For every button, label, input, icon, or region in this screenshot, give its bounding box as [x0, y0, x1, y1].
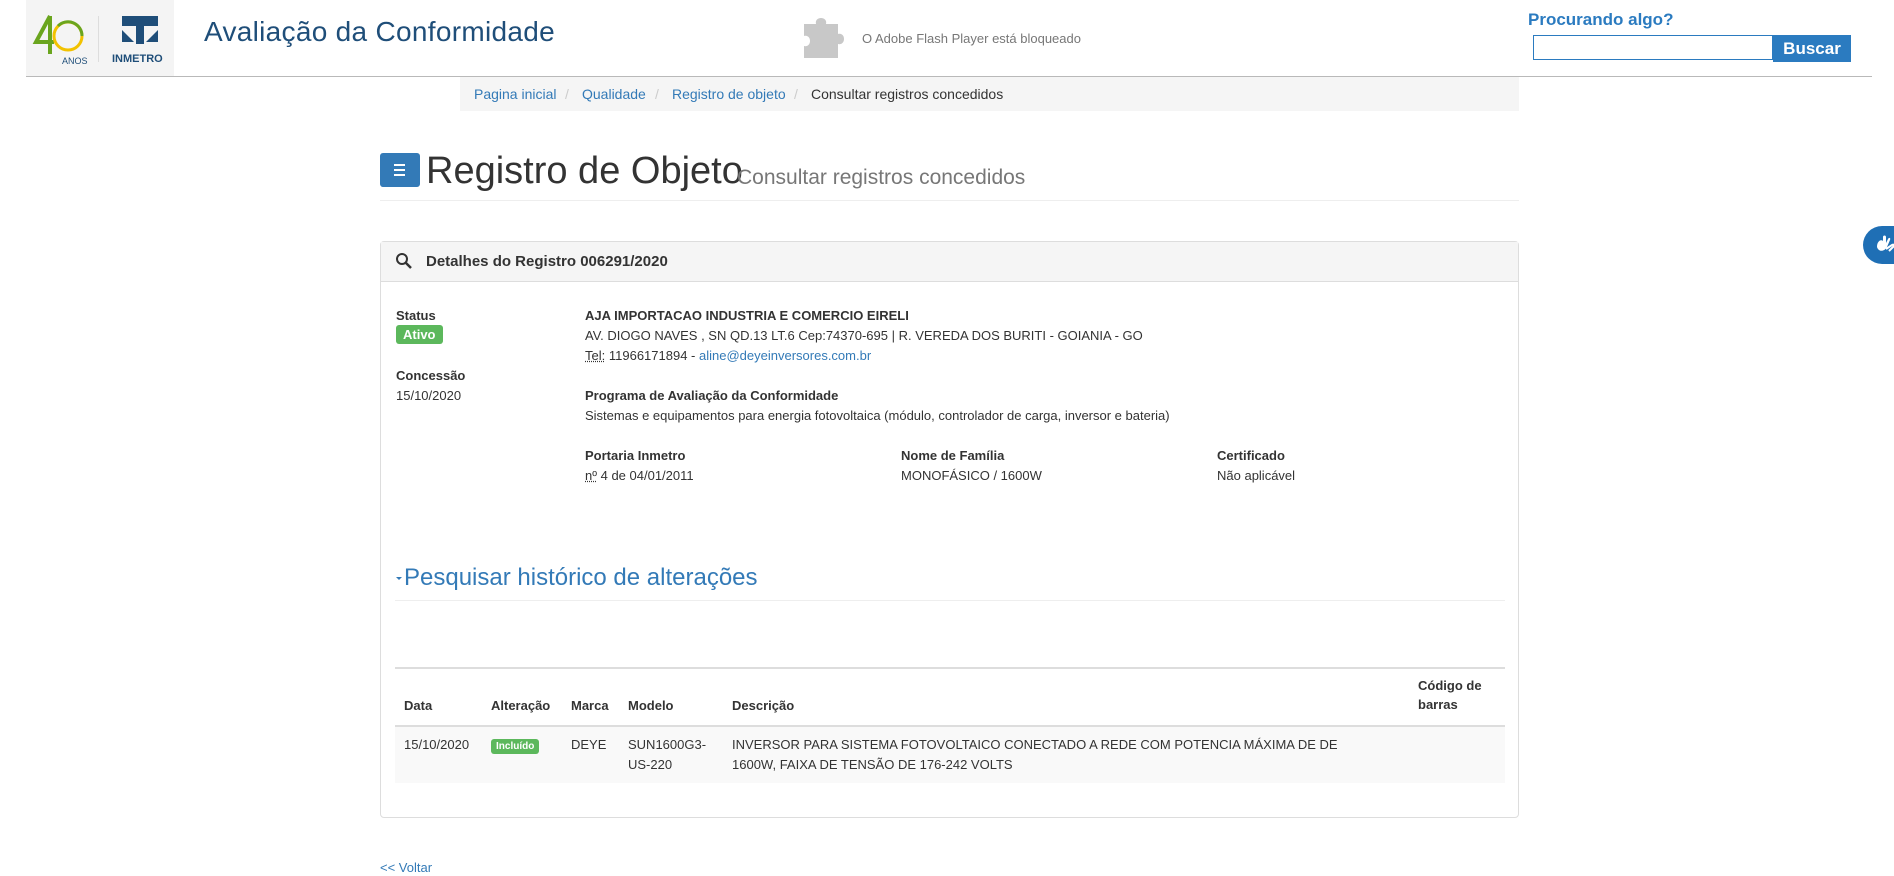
portaria-value: 4 de 04/01/2011 [600, 468, 694, 483]
breadcrumb-item-qualidade[interactable]: Qualidade [582, 77, 646, 111]
portaria-value-wrap: nº 4 de 04/01/2011 [585, 468, 694, 483]
programa-label: Programa de Avaliação da Conformidade [585, 388, 839, 403]
col-header-marca: Marca [571, 698, 609, 713]
inmetro-text: INMETRO [112, 53, 163, 65]
history-toggle[interactable]: Pesquisar histórico de alterações [395, 564, 758, 592]
page-header: Registro de Objeto Consultar registros c… [380, 150, 1519, 201]
portaria-label: Portaria Inmetro [585, 448, 686, 463]
familia-label: Nome de Família [901, 448, 1005, 463]
concessao-value: 15/10/2020 [396, 388, 462, 403]
breadcrumb-separator: / [565, 86, 569, 102]
email-link[interactable]: aline@deyeinversores.com.br [699, 348, 871, 363]
table-row: 15/10/2020 Incluído DEYE SUN1600G3- US-2… [395, 727, 1505, 783]
tel-value: 11966171894 - [608, 348, 696, 363]
flash-blocked-notice[interactable]: O Adobe Flash Player está bloqueado [862, 31, 1081, 46]
search-input[interactable] [1533, 35, 1773, 60]
cell-marca: DEYE [571, 737, 607, 752]
panel-heading: Detalhes do Registro 006291/2020 [381, 242, 1518, 282]
table-top-border [395, 667, 1505, 669]
accessibility-hands-icon [1877, 235, 1894, 252]
portaria-abbr: nº [585, 468, 597, 483]
cell-descricao: INVERSOR PARA SISTEMA FOTOVOLTAICO CONEC… [732, 735, 1338, 775]
history-link[interactable]: Pesquisar histórico de alterações [404, 564, 758, 591]
cell-modelo-line1: SUN1600G3- [628, 737, 707, 752]
menu-button[interactable] [380, 153, 420, 187]
breadcrumb-link-registro[interactable]: Registro de objeto [672, 86, 786, 102]
breadcrumb-item-current: Consultar registros concedidos [811, 86, 1004, 102]
company-contact: Tel: 11966171894 - aline@deyeinversores.… [585, 348, 871, 363]
tel-label: Tel: [585, 348, 606, 363]
menu-icon-bar [394, 169, 405, 171]
col-header-codigo-line2: barras [1418, 697, 1458, 712]
breadcrumb-link-home[interactable]: Pagina inicial [474, 86, 557, 102]
familia-value: MONOFÁSICO / 1600W [901, 468, 1042, 483]
company-address: AV. DIOGO NAVES , SN QD.13 LT.6 Cep:7437… [585, 328, 1143, 343]
search-icon [396, 253, 412, 269]
status-badge-incluido: Incluído [491, 739, 540, 754]
menu-icon-bar [394, 174, 405, 176]
search-button[interactable]: Buscar [1773, 35, 1851, 62]
status-label: Status [396, 308, 436, 323]
concessao-label: Concessão [396, 368, 466, 383]
details-panel: Detalhes do Registro 006291/2020 Status … [380, 241, 1519, 818]
page-subtitle: Consultar registros concedidos [737, 166, 1026, 189]
col-header-codigo-line1: Código de [1418, 678, 1482, 693]
company-name: AJA IMPORTACAO INDUSTRIA E COMERCIO EIRE… [585, 308, 909, 323]
cell-data: 15/10/2020 [404, 737, 470, 752]
col-header-descricao: Descrição [732, 698, 795, 713]
certificado-value: Não aplicável [1217, 468, 1296, 483]
breadcrumb-item-registro[interactable]: Registro de objeto [672, 77, 786, 111]
panel-title: Detalhes do Registro 006291/2020 [426, 253, 668, 270]
breadcrumb-separator: / [794, 86, 798, 102]
cell-descricao-line1: INVERSOR PARA SISTEMA FOTOVOLTAICO CONEC… [732, 737, 1338, 752]
accessibility-widget-button[interactable] [1863, 226, 1894, 264]
cell-modelo: SUN1600G3- US-220 [628, 735, 706, 775]
status-badge: Ativo [396, 325, 443, 344]
inmetro-logo: INMETRO [112, 16, 163, 65]
caret-down-icon [396, 576, 402, 580]
logo40-text: ANOS [62, 56, 88, 66]
breadcrumb-link-qualidade[interactable]: Qualidade [582, 86, 646, 102]
col-header-codigo: Código de barras [1418, 678, 1482, 712]
breadcrumb: Pagina inicial / Qualidade / Registro de… [460, 77, 1519, 111]
back-link[interactable]: << Voltar [380, 860, 432, 875]
breadcrumb-item-home[interactable]: Pagina inicial [474, 77, 557, 111]
col-header-modelo: Modelo [628, 698, 674, 713]
puzzle-plugin-icon[interactable] [800, 14, 850, 60]
col-header-data: Data [404, 698, 433, 713]
menu-icon [394, 164, 405, 166]
history-divider [395, 600, 1505, 601]
logo-40-anos: ANOS [32, 15, 88, 66]
page-title: Registro de Objeto [426, 150, 743, 192]
breadcrumb-separator: / [655, 86, 659, 102]
cell-modelo-line2: US-220 [628, 757, 673, 772]
site-title[interactable]: Avaliação da Conformidade [204, 16, 555, 48]
programa-value: Sistemas e equipamentos para energia fot… [585, 408, 1170, 423]
col-header-alteracao: Alteração [491, 698, 551, 713]
cell-descricao-line2: 1600W, FAIXA DE TENSÃO DE 176-242 VOLTS [732, 757, 1013, 772]
search-label: Procurando algo? [1528, 10, 1674, 29]
logo-separator [98, 16, 99, 62]
certificado-label: Certificado [1217, 448, 1285, 463]
top-bar: ANOS INMETRO Avaliação da Conformidade O… [0, 0, 1894, 76]
